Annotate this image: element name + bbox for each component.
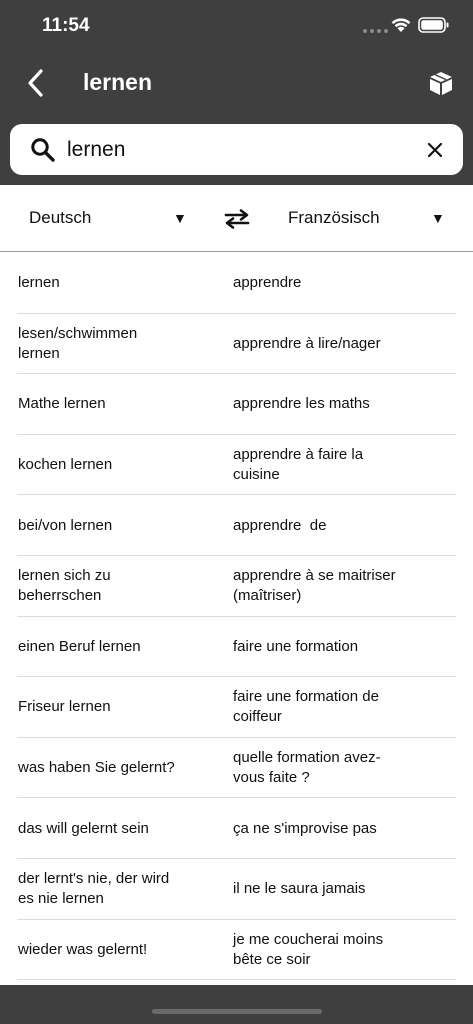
french-translation: quelle formation avez- vous faite ?	[233, 749, 381, 787]
back-button[interactable]	[18, 64, 52, 102]
status-time: 11:54	[42, 15, 90, 36]
french-translation: faire une formation de coiffeur	[233, 688, 379, 726]
home-indicator[interactable]	[152, 1009, 322, 1014]
clear-search-button[interactable]	[422, 137, 448, 163]
german-term: lesen/schwimmen lernen	[18, 324, 138, 362]
search-input[interactable]	[67, 132, 407, 167]
source-language-label: Deutsch	[29, 208, 92, 227]
navigation-bar: lernen	[0, 54, 473, 114]
search-icon	[31, 138, 55, 162]
french-translation: apprendre à lire/nager	[233, 334, 381, 352]
result-row[interactable]: einen Beruf lernen faire une formation	[0, 617, 473, 678]
target-language-label: Französisch	[288, 208, 380, 227]
signal-dots-icon	[363, 29, 388, 33]
french-translation: apprendre les maths	[233, 395, 370, 413]
battery-icon	[418, 17, 449, 33]
dropdown-triangle-icon: ▼	[173, 210, 187, 226]
swap-arrows-icon	[224, 209, 250, 229]
language-selector-bar: Deutsch ▼ Französisch ▼	[0, 185, 473, 252]
target-language-select[interactable]: Französisch ▼	[258, 185, 451, 251]
french-translation: ça ne s'improvise pas	[233, 819, 377, 837]
french-translation: il ne le saura jamais	[233, 880, 366, 898]
page-title: lernen	[83, 69, 153, 95]
result-row[interactable]: das will gelernt sein ça ne s'improvise p…	[0, 798, 473, 859]
german-term: was haben Sie gelernt?	[18, 759, 175, 777]
german-term: Friseur lernen	[18, 698, 111, 716]
results-list: lernen apprendre lesen/schwimmen lernen ap…	[0, 253, 473, 980]
result-row[interactable]: wieder was gelernt! je me coucherai moins…	[0, 920, 473, 981]
german-term: lernen	[18, 274, 60, 292]
box-icon	[430, 72, 452, 95]
search-bar	[10, 124, 463, 175]
german-term: das will gelernt sein	[18, 819, 149, 837]
german-term: wieder was gelernt!	[18, 940, 148, 958]
result-row[interactable]: der lernt's nie, der wird es nie lernen i…	[0, 859, 473, 920]
result-row[interactable]: lernen sich zu beherrschen apprendre à se…	[0, 556, 473, 617]
source-language-select[interactable]: Deutsch ▼	[0, 185, 196, 251]
box-button[interactable]	[423, 64, 459, 102]
german-term: kochen lernen	[18, 456, 113, 474]
french-translation: apprendre de	[233, 516, 327, 534]
result-row[interactable]: Mathe lernen apprendre les maths	[0, 374, 473, 435]
status-bar: 11:54	[0, 0, 473, 54]
dropdown-triangle-icon: ▼	[431, 210, 445, 226]
german-term: der lernt's nie, der wird es nie lernen	[18, 870, 170, 908]
result-row[interactable]: lernen apprendre	[0, 253, 473, 314]
german-term: lernen sich zu beherrschen	[18, 567, 111, 605]
german-term: Mathe lernen	[18, 395, 106, 413]
german-term: einen Beruf lernen	[18, 637, 141, 655]
french-translation: apprendre à faire la cuisine	[233, 446, 364, 484]
result-row[interactable]: lesen/schwimmen lernen apprendre à lire/n…	[0, 314, 473, 375]
bottom-bar	[0, 985, 473, 1024]
close-icon	[427, 142, 443, 158]
swap-languages-button[interactable]	[222, 205, 252, 233]
french-translation: apprendre à se maitriser (maîtriser)	[233, 567, 396, 605]
french-translation: je me coucherai moins bête ce soir	[233, 930, 384, 968]
german-term: bei/von lernen	[18, 516, 113, 534]
result-row[interactable]: kochen lernen apprendre à faire la cuisin…	[0, 435, 473, 496]
result-row[interactable]: Friseur lernen faire une formation de coi…	[0, 677, 473, 738]
wifi-icon	[391, 18, 411, 32]
french-translation: apprendre	[233, 274, 302, 292]
result-row[interactable]: was haben Sie gelernt? quelle formation a…	[0, 738, 473, 799]
chevron-left-icon	[28, 69, 43, 97]
french-translation: faire une formation	[233, 637, 359, 655]
result-row[interactable]: bei/von lernen apprendre de	[0, 495, 473, 556]
